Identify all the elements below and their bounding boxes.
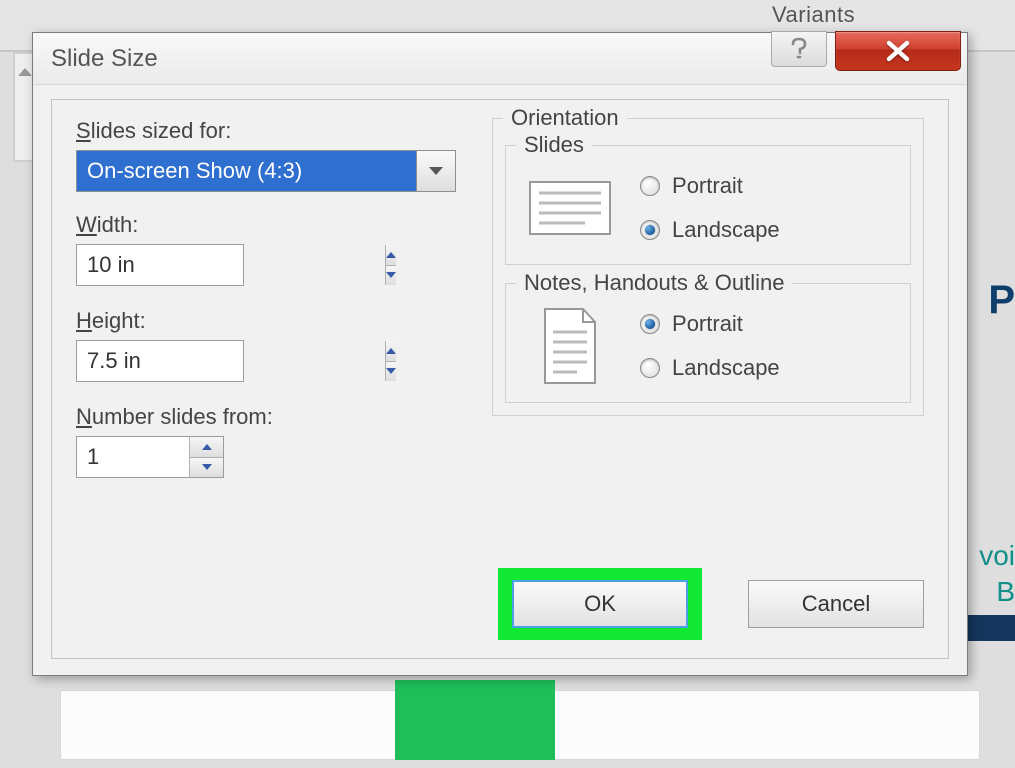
width-spin-up[interactable] xyxy=(386,245,396,266)
help-button[interactable] xyxy=(771,31,827,67)
dialog-titlebar: Slide Size xyxy=(33,33,967,85)
notes-portrait-radio[interactable]: Portrait xyxy=(640,311,780,337)
close-button[interactable] xyxy=(835,31,961,71)
arrow-down-icon xyxy=(386,272,396,278)
number-from-spin-up[interactable] xyxy=(190,437,223,458)
width-input[interactable] xyxy=(77,245,385,285)
chevron-down-icon xyxy=(429,167,443,175)
number-from-spinner[interactable] xyxy=(76,436,224,478)
bg-text-fragment-2: voi xyxy=(979,540,1015,572)
ok-button[interactable]: OK xyxy=(512,580,688,628)
combo-selected-value: On-screen Show (4:3) xyxy=(76,150,416,192)
radio-icon xyxy=(640,220,660,240)
radio-icon xyxy=(640,176,660,196)
slides-sized-for-combo[interactable]: On-screen Show (4:3) xyxy=(76,150,456,192)
arrow-down-icon xyxy=(202,464,212,470)
orientation-fieldset: Orientation Slides xyxy=(492,118,924,416)
height-input[interactable] xyxy=(77,341,385,381)
bg-highlight-shape xyxy=(395,680,555,760)
bg-text-fragment-1: P xyxy=(988,278,1015,323)
bg-shape xyxy=(965,615,1015,641)
height-label: Height: xyxy=(76,308,476,334)
radio-label: Landscape xyxy=(672,217,780,243)
dialog-buttons: OK Cancel xyxy=(498,568,924,640)
slides-legend: Slides xyxy=(516,132,592,158)
arrow-up-icon xyxy=(202,444,212,450)
dialog-content: Slides sized for: On-screen Show (4:3) W… xyxy=(51,99,949,659)
close-icon xyxy=(885,40,911,62)
ok-highlight: OK xyxy=(498,568,702,640)
slides-orientation-fieldset: Slides xyxy=(505,145,911,265)
width-spin-down[interactable] xyxy=(386,266,396,286)
radio-label: Landscape xyxy=(672,355,780,381)
arrow-up-icon xyxy=(386,348,396,354)
slide-size-dialog: Slide Size Slides sized for: On-screen S… xyxy=(32,32,968,676)
number-from-label: Number slides from: xyxy=(76,404,476,430)
width-label: Width: xyxy=(76,212,476,238)
dialog-title: Slide Size xyxy=(51,45,158,73)
notes-landscape-radio[interactable]: Landscape xyxy=(640,355,780,381)
width-spinner[interactable] xyxy=(76,244,244,286)
ribbon-group-label: Variants xyxy=(772,2,855,28)
radio-icon xyxy=(640,358,660,378)
number-from-input[interactable] xyxy=(77,437,189,477)
height-spin-down[interactable] xyxy=(386,362,396,382)
left-column: Slides sized for: On-screen Show (4:3) W… xyxy=(76,118,476,500)
radio-icon xyxy=(640,314,660,334)
bg-text-fragment-3: B xyxy=(996,576,1015,608)
help-icon xyxy=(789,37,809,61)
right-column: Orientation Slides xyxy=(492,118,924,420)
radio-label: Portrait xyxy=(672,311,743,337)
landscape-page-icon xyxy=(526,168,614,248)
notes-orientation-fieldset: Notes, Handouts & Outline xyxy=(505,283,911,403)
cancel-button[interactable]: Cancel xyxy=(748,580,924,628)
slides-portrait-radio[interactable]: Portrait xyxy=(640,173,780,199)
radio-label: Portrait xyxy=(672,173,743,199)
arrow-up-icon xyxy=(386,252,396,258)
orientation-legend: Orientation xyxy=(503,105,627,131)
number-from-spin-down[interactable] xyxy=(190,458,223,478)
slides-sized-for-label: Slides sized for: xyxy=(76,118,476,144)
height-spin-up[interactable] xyxy=(386,341,396,362)
combo-dropdown-button[interactable] xyxy=(416,150,456,192)
height-spinner[interactable] xyxy=(76,340,244,382)
notes-legend: Notes, Handouts & Outline xyxy=(516,270,792,296)
slides-landscape-radio[interactable]: Landscape xyxy=(640,217,780,243)
portrait-page-icon xyxy=(526,306,614,386)
arrow-down-icon xyxy=(386,368,396,374)
